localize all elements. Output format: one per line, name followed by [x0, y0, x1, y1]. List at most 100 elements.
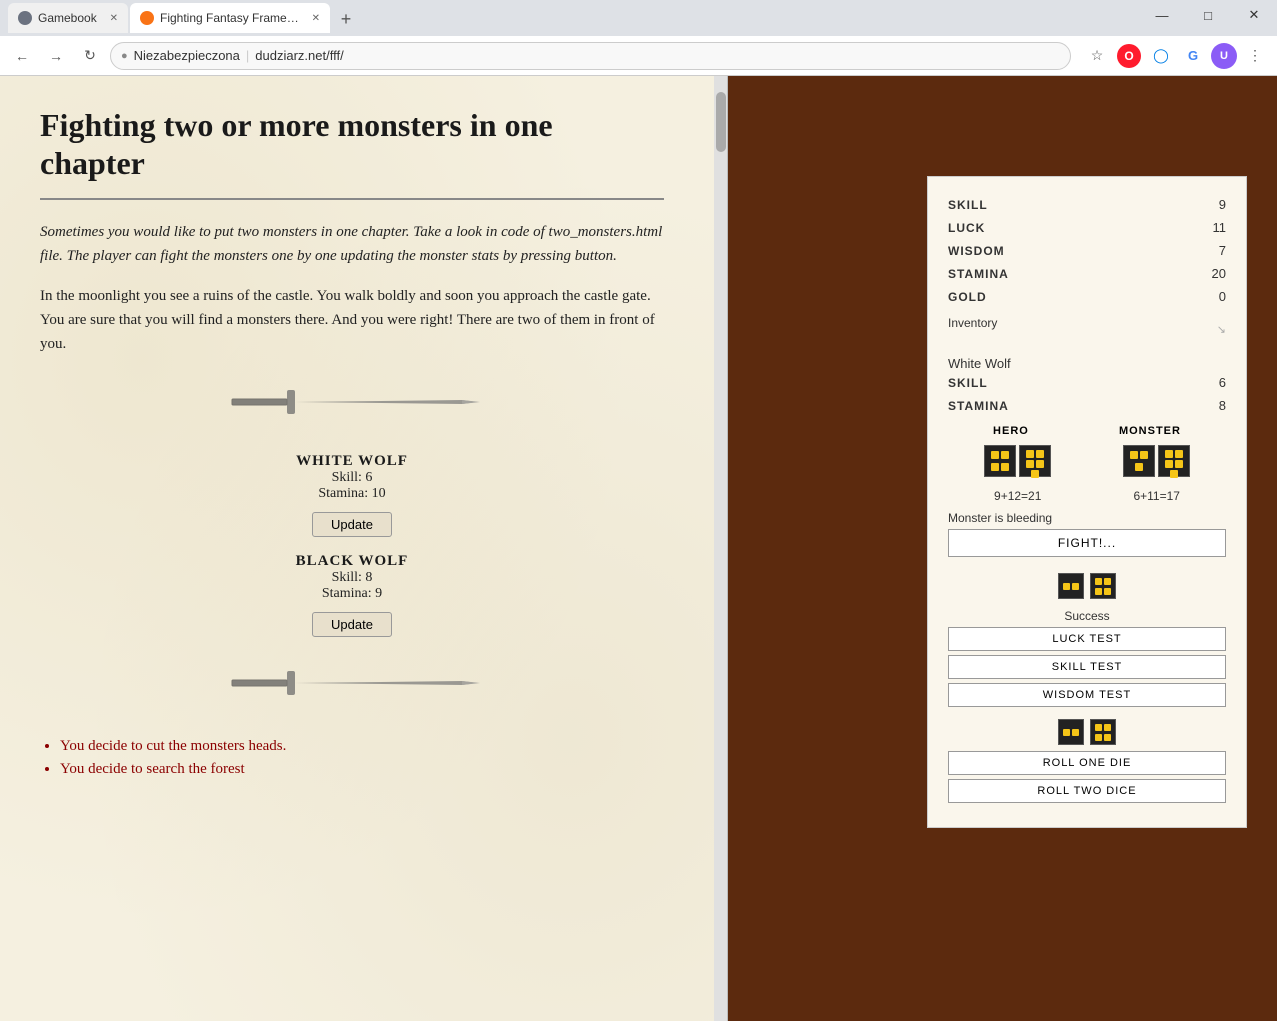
profile-avatar[interactable]: U — [1211, 43, 1237, 69]
dot — [1036, 450, 1044, 458]
dot — [1104, 578, 1111, 585]
address-box[interactable]: ● Niezabezpieczona | dudziarz.net/fff/ — [110, 42, 1071, 70]
scrollbar-thumb[interactable] — [716, 92, 726, 152]
gamebook-tab-icon — [18, 11, 32, 25]
forward-button[interactable]: → — [42, 42, 70, 70]
sword-image-2 — [222, 653, 482, 713]
stamina-value: 20 — [1212, 266, 1226, 281]
main-area: Fighting two or more monsters in one cha… — [0, 76, 1277, 1021]
dot — [1063, 583, 1070, 590]
white-wolf-skill: Skill: 6 — [40, 470, 664, 486]
monster-score: 6+11=17 — [1133, 489, 1180, 503]
monster-section: White Wolf SKILL 6 STAMINA 8 — [948, 356, 1226, 413]
gold-label: GOLD — [948, 290, 987, 304]
choice-item-1[interactable]: You decide to cut the monsters heads. — [60, 738, 664, 755]
dot — [991, 451, 999, 459]
combat-status: Monster is bleeding — [948, 511, 1226, 525]
white-wolf-update-btn[interactable]: Update — [312, 512, 392, 537]
dot — [1175, 460, 1183, 468]
wisdom-value: 7 — [1219, 243, 1226, 258]
tab-fighting-fantasy[interactable]: Fighting Fantasy Framework dow ✕ — [130, 3, 330, 33]
stamina-row: STAMINA 20 — [948, 266, 1226, 281]
roll-two-dice-button[interactable]: ROLL TWO DICE — [948, 779, 1226, 803]
hero-die-2 — [1019, 445, 1051, 477]
resize-handle[interactable]: ↘ — [1217, 323, 1226, 336]
dot — [1072, 729, 1079, 736]
combat-dice-display — [948, 445, 1226, 477]
dot — [1095, 734, 1102, 741]
roll-one-die-button[interactable]: ROLL ONE DIE — [948, 751, 1226, 775]
dot — [1165, 460, 1173, 468]
black-wolf-update-btn[interactable]: Update — [312, 612, 392, 637]
dot — [1175, 450, 1183, 458]
sword-divider-1 — [40, 372, 664, 437]
tab1-close[interactable]: ✕ — [110, 13, 118, 24]
browser-titlebar: Gamebook ✕ Fighting Fantasy Framework do… — [0, 0, 1277, 36]
monster-die-2 — [1158, 445, 1190, 477]
skill-row: SKILL 9 — [948, 197, 1226, 212]
lock-icon: ● — [121, 50, 128, 62]
dot — [1135, 463, 1143, 471]
tab1-label: Gamebook — [38, 11, 97, 25]
window-controls: — □ ✕ — [1139, 0, 1277, 36]
roll-die-1 — [1058, 719, 1084, 745]
back-button[interactable]: ← — [8, 42, 36, 70]
dot — [1026, 460, 1034, 468]
tabs-row: Gamebook ✕ Fighting Fantasy Framework do… — [8, 3, 1269, 33]
test-dice-display — [948, 573, 1226, 599]
monster-section-name: White Wolf — [948, 356, 1226, 371]
dot — [1140, 451, 1148, 459]
dot — [1095, 588, 1102, 595]
close-button[interactable]: ✕ — [1231, 0, 1277, 30]
dot — [1095, 578, 1102, 585]
new-tab-button[interactable]: + — [332, 5, 360, 33]
wisdom-test-button[interactable]: WISDOM TEST — [948, 683, 1226, 707]
maximize-button[interactable]: □ — [1185, 0, 1231, 30]
opera-button[interactable]: O — [1115, 42, 1143, 70]
address-bar: ← → ↻ ● Niezabezpieczona | dudziarz.net/… — [0, 36, 1277, 76]
dot — [1165, 450, 1173, 458]
tab2-label: Fighting Fantasy Framework dow — [160, 11, 306, 25]
combat-scores: 9+12=21 6+11=17 — [948, 485, 1226, 507]
scrollbar-track[interactable] — [714, 76, 728, 1021]
luck-label: LUCK — [948, 221, 985, 235]
luck-row: LUCK 11 — [948, 220, 1226, 235]
combat-section: HERO MONSTER — [948, 425, 1226, 557]
monster-skill-value: 6 — [1219, 375, 1226, 390]
dot — [1104, 734, 1111, 741]
dropbox-button[interactable]: ◯ — [1147, 42, 1175, 70]
skill-test-button[interactable]: SKILL TEST — [948, 655, 1226, 679]
gold-row: GOLD 0 — [948, 289, 1226, 304]
test-die-1 — [1058, 573, 1084, 599]
roll-die-2 — [1090, 719, 1116, 745]
dot — [1031, 470, 1039, 478]
browser-chrome: Gamebook ✕ Fighting Fantasy Framework do… — [0, 0, 1277, 76]
hero-die-1 — [984, 445, 1016, 477]
black-wolf-block: BLACK WOLF Skill: 8 Stamina: 9 Update — [40, 553, 664, 637]
choice-item-2[interactable]: You decide to search the forest — [60, 761, 664, 778]
browser-actions: ☆ O ◯ G U ⋮ — [1083, 42, 1269, 70]
dot — [1104, 588, 1111, 595]
book-paragraph1: Sometimes you would like to put two mons… — [40, 220, 664, 268]
star-button[interactable]: ☆ — [1083, 42, 1111, 70]
monster-die-1 — [1123, 445, 1155, 477]
menu-button[interactable]: ⋮ — [1241, 42, 1269, 70]
url-text: dudziarz.net/fff/ — [255, 48, 343, 63]
opera-icon: O — [1117, 44, 1141, 68]
tab-gamebook[interactable]: Gamebook ✕ — [8, 3, 128, 33]
skill-value: 9 — [1219, 197, 1226, 212]
luck-test-button[interactable]: LUCK TEST — [948, 627, 1226, 651]
ff-tab-icon — [140, 11, 154, 25]
combat-labels: HERO MONSTER — [948, 425, 1226, 437]
fight-button[interactable]: FIGHT!... — [948, 529, 1226, 557]
tab2-close[interactable]: ✕ — [312, 13, 320, 24]
refresh-button[interactable]: ↻ — [76, 42, 104, 70]
dot — [1104, 724, 1111, 731]
translate-button[interactable]: G — [1179, 42, 1207, 70]
address-divider: | — [246, 48, 249, 63]
black-wolf-skill: Skill: 8 — [40, 570, 664, 586]
dot — [1026, 450, 1034, 458]
wisdom-row: WISDOM 7 — [948, 243, 1226, 258]
test-die-2 — [1090, 573, 1116, 599]
minimize-button[interactable]: — — [1139, 0, 1185, 30]
